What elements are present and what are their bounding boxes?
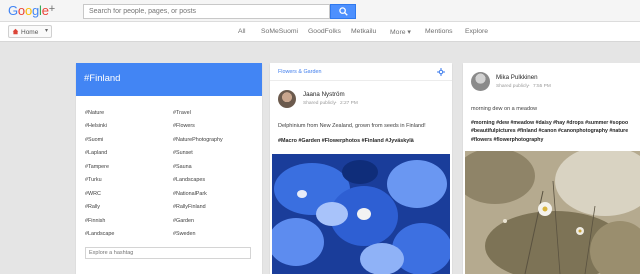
- chevron-down-icon: ▾: [407, 29, 411, 36]
- related-hashtag[interactable]: #Flowers: [173, 123, 195, 129]
- related-hashtag[interactable]: #NationalPark: [173, 191, 207, 197]
- avatar[interactable]: [471, 72, 490, 91]
- post-text: Delphinium from New Zealand, grown from …: [278, 123, 426, 129]
- nav-mentions[interactable]: Mentions: [425, 28, 453, 35]
- crosshair-icon[interactable]: [437, 68, 445, 76]
- related-hashtag[interactable]: #Sweden: [173, 231, 195, 237]
- related-hashtag[interactable]: #Landscape: [85, 231, 114, 237]
- top-header: Google+: [0, 0, 640, 22]
- nav-explore[interactable]: Explore: [465, 28, 488, 35]
- related-hashtag[interactable]: #Sauna: [173, 164, 192, 170]
- google-plus-logo[interactable]: Google+: [8, 3, 55, 18]
- post-hashtags[interactable]: #morning #dew #meadow #daisy #hay #drops…: [471, 119, 639, 144]
- related-hashtag[interactable]: #Lapland: [85, 150, 107, 156]
- related-hashtag[interactable]: #Garden: [173, 218, 194, 224]
- home-label: Home: [21, 28, 39, 36]
- hashtag-card-title: #Finland: [84, 73, 121, 84]
- post-photo-delphinium[interactable]: [272, 154, 450, 274]
- hashtag-card: #Finland #Nature #Helsinki #Suomi #Lapla…: [76, 63, 262, 274]
- related-hashtag[interactable]: #Helsinki: [85, 123, 107, 129]
- post-card: Mika Pulkkinen Shared publicly - 7:55 PM…: [463, 63, 640, 274]
- related-hashtag[interactable]: #NaturePhotography: [173, 137, 223, 143]
- explore-hashtag-input[interactable]: [85, 247, 251, 259]
- nav-all[interactable]: All: [238, 28, 246, 35]
- nav-metkailu[interactable]: Metkailu: [351, 28, 376, 35]
- post-hashtags[interactable]: #Macro #Garden #Flowerphotos #Finland #J…: [278, 138, 448, 144]
- meta-separator: -: [528, 84, 530, 89]
- home-menu-button[interactable]: Home ▾: [8, 25, 52, 38]
- hashtag-card-header[interactable]: #Finland: [76, 63, 262, 96]
- divider: [270, 80, 452, 81]
- post-photo-meadow[interactable]: [465, 151, 640, 274]
- search-input[interactable]: [83, 4, 330, 19]
- share-visibility[interactable]: Shared publicly: [496, 84, 529, 89]
- meta-separator: -: [335, 101, 337, 106]
- related-hashtag[interactable]: #Landscapes: [173, 177, 205, 183]
- post-timestamp[interactable]: 2:27 PM: [340, 101, 358, 106]
- related-hashtag[interactable]: #Rally: [85, 204, 100, 210]
- related-hashtag[interactable]: #RallyFinland: [173, 204, 206, 210]
- related-hashtag[interactable]: #Sunset: [173, 150, 193, 156]
- related-hashtag[interactable]: #Tampere: [85, 164, 109, 170]
- related-hashtag[interactable]: #Turku: [85, 177, 102, 183]
- related-hashtag[interactable]: #Nature: [85, 110, 104, 116]
- post-card: Flowers & Garden Jaana Nyström Shared pu…: [270, 63, 452, 274]
- author-name[interactable]: Jaana Nyström: [303, 91, 345, 98]
- search-button[interactable]: [330, 4, 356, 19]
- nav-more[interactable]: More ▾: [390, 28, 411, 36]
- nav-goodfolks[interactable]: GoodFolks: [308, 28, 341, 35]
- community-link[interactable]: Flowers & Garden: [278, 69, 321, 75]
- avatar[interactable]: [278, 90, 296, 108]
- related-hashtag[interactable]: #WRC: [85, 191, 101, 197]
- related-hashtag[interactable]: #Suomi: [85, 137, 103, 143]
- navigation-bar: Home ▾ All SoMeSuomi GoodFolks Metkailu …: [0, 22, 640, 42]
- related-hashtag[interactable]: #Travel: [173, 110, 191, 116]
- share-visibility[interactable]: Shared publicly: [303, 101, 336, 106]
- author-name[interactable]: Mika Pulkkinen: [496, 74, 538, 81]
- post-text: morning dew on a meadow: [471, 106, 538, 112]
- search-icon: [339, 7, 348, 16]
- post-timestamp[interactable]: 7:55 PM: [533, 84, 551, 89]
- home-icon: [12, 28, 19, 35]
- related-hashtag[interactable]: #Finnish: [85, 218, 105, 224]
- chevron-down-icon: ▾: [45, 28, 49, 34]
- nav-somesuomi[interactable]: SoMeSuomi: [261, 28, 298, 35]
